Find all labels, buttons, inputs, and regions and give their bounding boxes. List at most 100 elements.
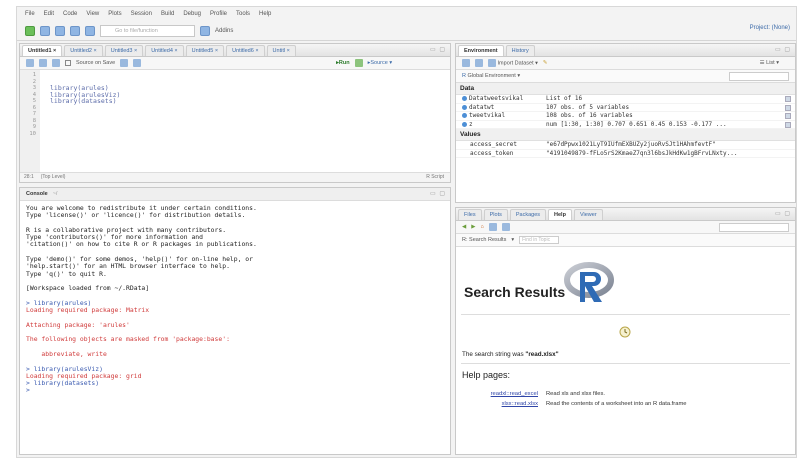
tab-history[interactable]: History — [505, 45, 535, 56]
print-icon[interactable] — [85, 25, 95, 36]
env-window-icon[interactable]: ▭ ▢ — [775, 46, 791, 53]
env-data-row[interactable]: tweetvikal 108 obs. of 16 variables — [456, 112, 795, 121]
expand-icon[interactable] — [462, 96, 467, 102]
grid-view-icon[interactable] — [785, 104, 791, 111]
env-data-row[interactable]: datatwt 107 obs. of 5 variables — [456, 103, 795, 112]
code-line[interactable]: library(datasets) — [50, 98, 120, 105]
save-file-icon[interactable] — [52, 59, 60, 67]
code-editor[interactable]: 1 2 3 4 5 6 7 8 9 10 library(arules) library(arule… — [20, 70, 450, 172]
tab-files[interactable]: Files — [458, 209, 482, 220]
import-dataset-button[interactable]: Import Dataset ▾ — [488, 59, 538, 67]
env-data-row[interactable]: z num [1:30, 1:30] 0.707 0.651 0.45 0.153… — [456, 121, 795, 129]
tab-untitled3[interactable]: Untitled3 × — [104, 45, 144, 56]
rerun-icon[interactable] — [354, 59, 363, 67]
help-search-input[interactable] — [719, 222, 789, 232]
env-data-row[interactable]: Datatweetsvikal List of 16 — [456, 95, 795, 104]
tab-untitled2[interactable]: Untitled2 × — [64, 45, 103, 56]
search-icon[interactable] — [120, 59, 129, 67]
grid-icon[interactable] — [200, 25, 210, 36]
tab-untitled4[interactable]: Untitled4 × — [145, 45, 184, 56]
expand-icon[interactable] — [462, 113, 467, 119]
console-line: Type 'license()' or 'licence()' for dist… — [26, 211, 246, 220]
source-button[interactable]: ▸Source ▾ — [368, 60, 393, 66]
source-on-save-checkbox[interactable] — [65, 60, 71, 66]
load-workspace-icon[interactable] — [462, 59, 470, 67]
menu-item-tools[interactable]: Tools — [236, 11, 250, 17]
broom-icon[interactable]: ✎ — [543, 60, 548, 66]
menu-item-debug[interactable]: Debug — [183, 11, 201, 17]
code-text[interactable]: library(arules) library(arulesViz) library… — [40, 70, 120, 172]
back-arrow-icon[interactable]: ◀ — [462, 224, 466, 230]
help-window-icon[interactable]: ▭ ▢ — [775, 210, 791, 217]
project-menu[interactable]: Project: (None) — [750, 25, 790, 31]
tab-plots[interactable]: Plots — [483, 209, 508, 220]
help-topic-crumb[interactable]: R: Search Results — [462, 237, 506, 243]
addins-menu[interactable]: Addins — [215, 28, 233, 34]
save-icon[interactable] — [55, 25, 65, 36]
forward-arrow-icon[interactable]: ▶ — [471, 224, 475, 230]
menu-item-view[interactable]: View — [86, 11, 99, 17]
back-icon[interactable] — [26, 59, 34, 67]
save-all-icon[interactable] — [70, 25, 80, 36]
environment-search-input[interactable] — [729, 71, 789, 81]
home-icon[interactable]: ⌂ — [480, 224, 483, 230]
tab-untitled1[interactable]: Untitled1 × — [22, 45, 63, 56]
env-var-value: List of 16 — [546, 95, 583, 103]
grid-view-icon[interactable] — [785, 121, 791, 128]
scope-indicator[interactable]: (Top Level) — [41, 174, 66, 180]
divider — [461, 363, 790, 364]
tab-viewer[interactable]: Viewer — [573, 209, 603, 220]
print-help-icon[interactable] — [488, 223, 497, 231]
new-file-icon[interactable] — [25, 25, 35, 36]
menu-item-plots[interactable]: Plots — [108, 11, 121, 17]
list-label: List — [766, 60, 775, 66]
forward-icon[interactable] — [39, 59, 47, 67]
env-value-row[interactable]: access_token "4191049879-fFLo5rS2KmaeZ7qn… — [456, 149, 795, 158]
help-result-link[interactable]: xlsx::read.xlsx — [476, 401, 538, 407]
tab-environment[interactable]: Environment — [458, 45, 504, 56]
env-value-row[interactable]: access_secret "e67dPpwx1021LyT9IUfmEXBUZy… — [456, 141, 795, 150]
tab-untitled6[interactable]: Untitled6 × — [226, 45, 265, 56]
menu-item-session[interactable]: Session — [131, 11, 152, 17]
global-env-menu[interactable]: R Global Environment ▾ — [462, 73, 520, 79]
tab-untitled5[interactable]: Untitled5 × — [185, 45, 225, 56]
tab-untitl[interactable]: Untitl × — [266, 45, 296, 56]
console-output[interactable]: You are welcome to redistribute it under… — [20, 201, 450, 399]
search-string-value: "read.xlsx" — [525, 351, 559, 358]
tab-help[interactable]: Help — [548, 209, 572, 220]
expand-icon[interactable] — [462, 104, 467, 110]
find-in-topic-input[interactable]: Find in Topic — [519, 236, 560, 244]
menu-item-file[interactable]: File — [25, 11, 35, 17]
menu-item-help[interactable]: Help — [259, 11, 271, 17]
menu-item-build[interactable]: Build — [161, 11, 174, 17]
menu-item-profile[interactable]: Profile — [210, 11, 227, 17]
grid-view-icon[interactable] — [785, 96, 791, 102]
r-env-icon: R — [462, 73, 466, 79]
popout-icon[interactable] — [501, 223, 510, 231]
env-var-value: 107 obs. of 5 variables — [546, 103, 630, 111]
env-var-name: access_token — [470, 149, 514, 157]
wand-icon[interactable] — [133, 59, 142, 67]
menu-item-edit[interactable]: Edit — [44, 11, 54, 17]
code-line[interactable] — [50, 131, 120, 138]
run-button[interactable]: ▸Run — [336, 60, 349, 66]
console-window-icon[interactable]: ▭ ▢ — [430, 190, 446, 197]
clock-icon — [619, 326, 631, 338]
help-pages-heading: Help pages: — [462, 370, 511, 380]
expand-icon[interactable] — [462, 121, 467, 127]
console-title: Console — [26, 191, 48, 197]
tab-packages[interactable]: Packages — [509, 209, 547, 220]
save-workspace-icon[interactable] — [475, 59, 483, 67]
grid-view-icon[interactable] — [785, 113, 791, 119]
file-type-indicator[interactable]: R Script — [426, 173, 444, 182]
pane-window-icon[interactable]: ▭ ▢ — [430, 46, 446, 53]
goto-file-input[interactable]: Go to file/function — [100, 24, 195, 37]
menu-item-code[interactable]: Code — [63, 11, 77, 17]
open-project-icon[interactable] — [40, 25, 50, 36]
list-view-menu[interactable]: ☰ List ▾ — [760, 60, 779, 66]
values-list: access_secret "e67dPpwx1021LyT9IUfmEXBUZy… — [456, 141, 795, 158]
help-toolbar: ◀ ▶ ⌂ — [456, 221, 795, 234]
console-pane: Console ~/ ▭ ▢ You are welcome to redist… — [19, 187, 451, 455]
global-env-label: Global Environment — [467, 73, 516, 79]
help-result-link[interactable]: readxl::read_excel — [476, 391, 538, 397]
